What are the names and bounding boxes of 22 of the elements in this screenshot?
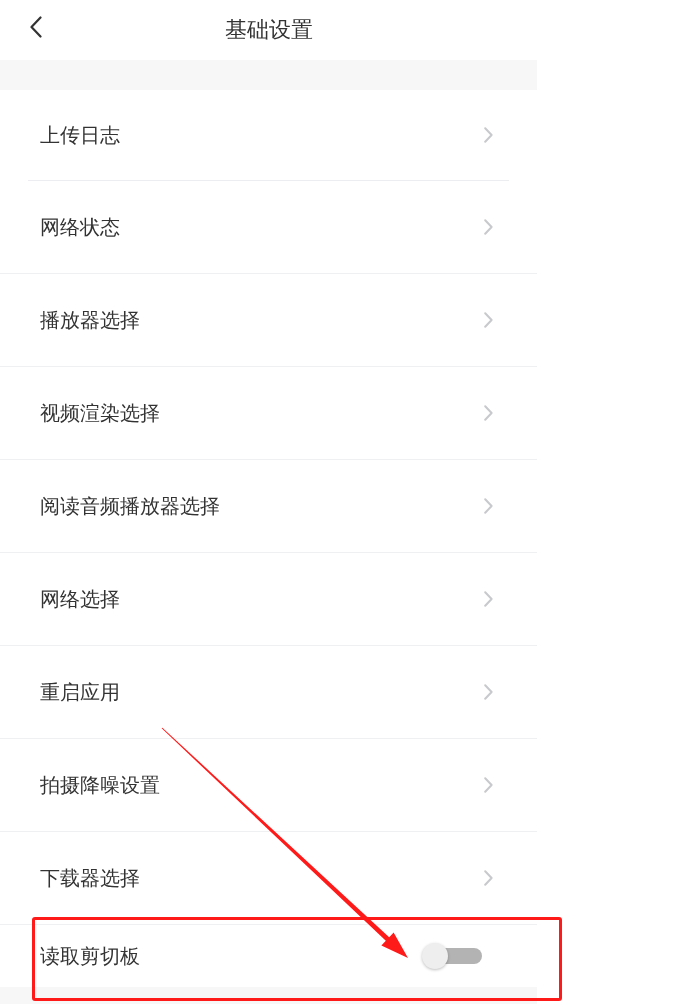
toggle-switch[interactable] bbox=[422, 942, 484, 970]
chevron-right-icon[interactable] bbox=[484, 777, 493, 793]
chevron-right-icon[interactable] bbox=[484, 127, 493, 143]
row-label[interactable]: 上传日志 bbox=[40, 121, 120, 149]
chevron-right-icon[interactable] bbox=[484, 591, 493, 607]
chevron-left-icon bbox=[30, 16, 42, 38]
row-label[interactable]: 下载器选择 bbox=[40, 864, 140, 892]
chevron-right-icon[interactable] bbox=[484, 684, 493, 700]
row-label[interactable]: 重启应用 bbox=[40, 678, 120, 706]
row-label[interactable]: 播放器选择 bbox=[40, 306, 140, 334]
row-label[interactable]: 视频渲染选择 bbox=[40, 399, 160, 427]
chevron-right-icon[interactable] bbox=[484, 870, 493, 886]
row-label[interactable]: 网络状态 bbox=[40, 213, 120, 241]
row-label[interactable]: 拍摄降噪设置 bbox=[40, 771, 160, 799]
chevron-right-icon[interactable] bbox=[484, 498, 493, 514]
row-label[interactable]: 网络选择 bbox=[40, 585, 120, 613]
chevron-right-icon[interactable] bbox=[484, 219, 493, 235]
chevron-right-icon[interactable] bbox=[484, 312, 493, 328]
chevron-right-icon[interactable] bbox=[484, 405, 493, 421]
page-title: 基础设置 bbox=[224, 16, 313, 44]
row-label[interactable]: 读取剪切板 bbox=[40, 942, 140, 970]
row-label[interactable]: 阅读音频播放器选择 bbox=[40, 492, 220, 520]
